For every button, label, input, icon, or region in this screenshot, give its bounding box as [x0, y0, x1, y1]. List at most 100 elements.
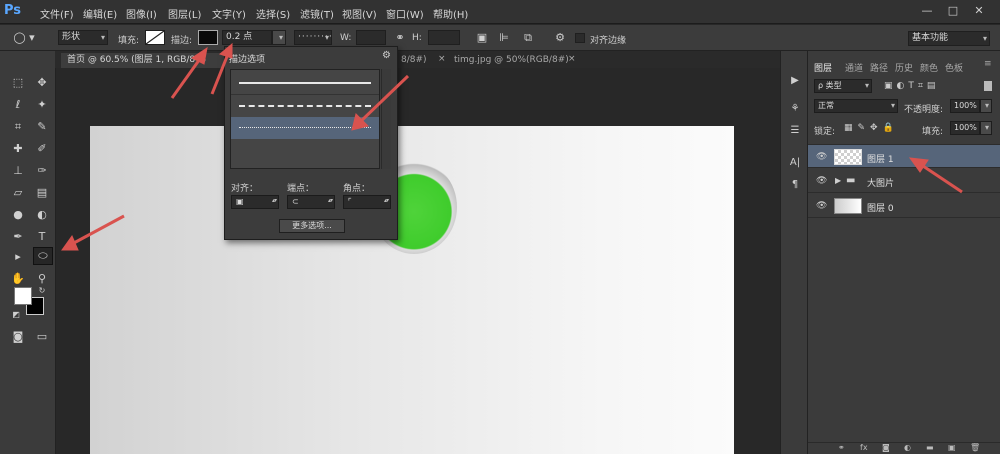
default-colors-icon[interactable]: ◩	[8, 307, 24, 323]
adjustments-icon[interactable]: ☰	[787, 123, 803, 139]
add-mask-icon[interactable]: ◙	[882, 443, 890, 452]
menu-window[interactable]: 窗口(W)	[386, 6, 424, 21]
align-edges-checkbox[interactable]	[575, 33, 585, 43]
stroke-option-solid[interactable]	[231, 72, 379, 94]
clone-stamp-tool-icon[interactable]: ⊥	[10, 163, 26, 179]
workspace-select[interactable]: 基本功能	[908, 31, 990, 46]
paragraph-icon[interactable]: ¶	[787, 177, 803, 193]
stroke-option-dotted[interactable]	[231, 117, 379, 139]
stroke-type-select[interactable]: ·········	[294, 30, 332, 45]
filter-kind-select[interactable]: ρ 类型	[814, 79, 872, 93]
brush-tool-icon[interactable]: ✐	[34, 141, 50, 157]
stroke-option-dashed[interactable]	[231, 94, 379, 116]
tab-channels[interactable]: 通道	[845, 61, 863, 74]
filter-toggle[interactable]	[984, 81, 992, 91]
history-brush-tool-icon[interactable]: ✑	[34, 163, 50, 179]
menu-filter[interactable]: 滤镜(T)	[300, 6, 334, 21]
width-input[interactable]	[356, 30, 386, 45]
hand-tool-icon[interactable]: ✋	[10, 271, 26, 287]
screen-mode-icon[interactable]: ▭	[34, 329, 50, 345]
filter-icons[interactable]: ▣◐T⌗▤	[884, 81, 939, 91]
tab-document-timg[interactable]: timg.jpg @ 50%(RGB/8#)	[448, 53, 578, 68]
menu-layer[interactable]: 图层(L)	[168, 6, 201, 21]
adjustment-layer-icon[interactable]: ◐	[904, 443, 911, 452]
tab-document-home[interactable]: 首页 @ 60.5% (图层 1, RGB/8#)	[61, 53, 231, 68]
link-icon[interactable]: ⚭	[392, 30, 408, 46]
minimize-button[interactable]: —	[920, 4, 934, 18]
fill-input[interactable]: 100%	[950, 121, 980, 135]
maximize-button[interactable]: □	[946, 4, 960, 18]
menu-select[interactable]: 选择(S)	[256, 6, 290, 21]
ellipse-tool-icon[interactable]: ⬭	[33, 247, 53, 265]
trash-icon[interactable]: 🗑	[970, 443, 980, 452]
play-action-icon[interactable]: ▶	[787, 73, 803, 89]
align-select[interactable]: ▣	[231, 195, 279, 209]
opacity-dropdown[interactable]	[980, 99, 992, 113]
mode-select[interactable]: 形状	[58, 30, 108, 45]
gradient-tool-icon[interactable]: ▤	[34, 185, 50, 201]
tab-document-2[interactable]: 8/8#)	[395, 53, 435, 68]
healing-brush-tool-icon[interactable]: ✚	[10, 141, 26, 157]
menu-help[interactable]: 帮助(H)	[433, 6, 468, 21]
path-selection-tool-icon[interactable]: ▸	[10, 249, 26, 265]
gear-icon[interactable]: ⚙	[552, 30, 568, 46]
stroke-list-scrollbar[interactable]	[381, 69, 391, 169]
character-icon[interactable]: A|	[787, 155, 803, 171]
pen-tool-icon[interactable]: ✒	[10, 229, 26, 245]
menu-type[interactable]: 文字(Y)	[212, 6, 246, 21]
foreground-color-swatch[interactable]	[14, 287, 32, 305]
layer-row[interactable]: 👁 图层 0	[808, 194, 1000, 218]
layer-row[interactable]: 👁 图层 1	[808, 144, 1000, 168]
more-options-button[interactable]: 更多选项...	[279, 219, 345, 233]
blur-tool-icon[interactable]: ●	[10, 207, 26, 223]
crop-tool-icon[interactable]: ⌗	[10, 119, 26, 135]
move-tool-icon[interactable]: ✥	[34, 75, 50, 91]
corner-select[interactable]: ⌜	[343, 195, 391, 209]
brush-presets-icon[interactable]: ⚘	[787, 101, 803, 117]
new-group-icon[interactable]: ▬	[926, 443, 934, 452]
marquee-tool-icon[interactable]: ⬚	[10, 75, 26, 91]
cap-select[interactable]: ⊂	[287, 195, 335, 209]
tab-paths[interactable]: 路径	[870, 61, 888, 74]
tab-layers[interactable]: 图层	[814, 61, 832, 74]
dodge-tool-icon[interactable]: ◐	[34, 207, 50, 223]
gear-icon[interactable]: ⚙	[382, 50, 391, 61]
eraser-tool-icon[interactable]: ▱	[10, 185, 26, 201]
eye-icon[interactable]: 👁	[816, 152, 827, 162]
close-tab-icon[interactable]: ×	[438, 54, 446, 64]
magic-wand-tool-icon[interactable]: ✦	[34, 97, 50, 113]
layer-row[interactable]: 👁 ▶ ▬ 大图片	[808, 169, 1000, 193]
eye-icon[interactable]: 👁	[816, 176, 827, 186]
menu-file[interactable]: 文件(F)	[40, 6, 74, 21]
swap-colors-icon[interactable]: ↻	[34, 283, 50, 299]
stroke-width-input[interactable]: 0.2 点	[222, 30, 272, 45]
fill-dropdown[interactable]	[980, 121, 992, 135]
chevron-right-icon[interactable]: ▶	[835, 176, 841, 185]
quick-mask-icon[interactable]: ◙	[10, 329, 26, 345]
path-arrangement-icon[interactable]: ⧉	[520, 30, 536, 46]
lock-icons[interactable]: ▦✎✥🔒	[844, 123, 899, 133]
link-layers-icon[interactable]: ⚭	[838, 443, 845, 452]
stroke-swatch[interactable]	[198, 30, 218, 45]
close-button[interactable]: ✕	[972, 4, 986, 18]
new-layer-icon[interactable]: ▣	[948, 443, 956, 452]
close-tab-icon[interactable]: ×	[568, 54, 576, 64]
menu-edit[interactable]: 编辑(E)	[83, 6, 117, 21]
fx-icon[interactable]: fx	[860, 443, 868, 452]
height-input[interactable]	[428, 30, 460, 45]
path-alignment-icon[interactable]: ⊫	[496, 30, 512, 46]
stroke-width-dropdown[interactable]	[272, 30, 286, 45]
menu-image[interactable]: 图像(I)	[126, 6, 157, 21]
eyedropper-tool-icon[interactable]: ✎	[34, 119, 50, 135]
blend-mode-select[interactable]: 正常	[814, 99, 898, 113]
lasso-tool-icon[interactable]: ℓ	[10, 97, 26, 113]
type-tool-icon[interactable]: T	[34, 229, 50, 245]
eye-icon[interactable]: 👁	[816, 201, 827, 211]
ellipse-tool-preset-icon[interactable]: ◯ ▾	[4, 30, 44, 46]
opacity-input[interactable]: 100%	[950, 99, 980, 113]
menu-view[interactable]: 视图(V)	[342, 6, 377, 21]
path-operations-icon[interactable]: ▣	[474, 30, 490, 46]
panel-menu-icon[interactable]: ≡	[984, 59, 992, 69]
tab-history[interactable]: 历史	[895, 61, 913, 74]
tab-color[interactable]: 颜色	[920, 61, 938, 74]
